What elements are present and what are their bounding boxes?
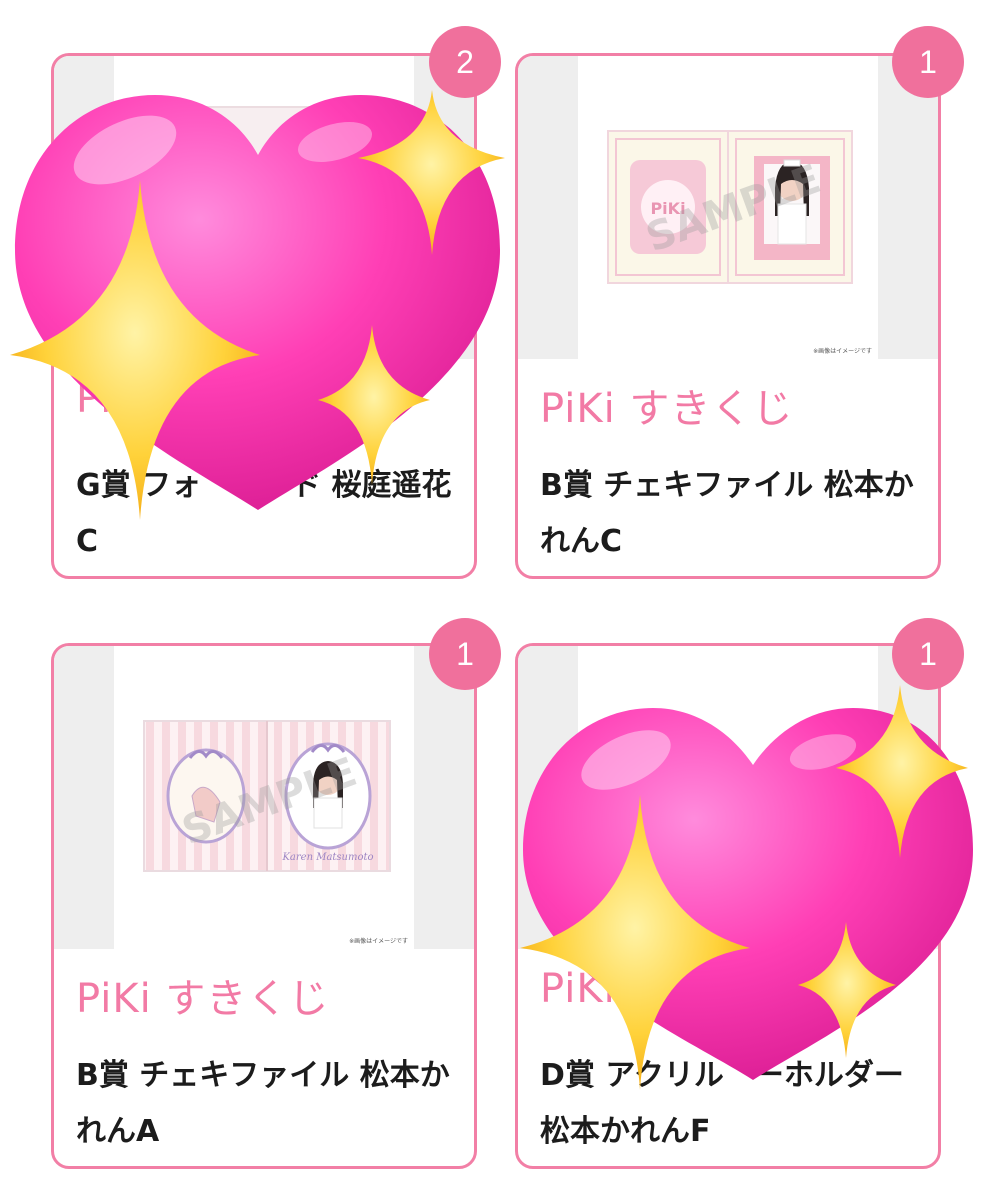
brand-label: PiKi すきくじ xyxy=(540,386,794,432)
quantity-badge: 1 xyxy=(892,26,964,98)
quantity-badge: 1 xyxy=(429,618,501,690)
prize-title: D賞 アクリル ーホルダー 松本かれんF xyxy=(540,1058,904,1149)
quantity-badge: 2 xyxy=(429,26,501,98)
prize-title: B賞 チェキファイル 松本かれんA xyxy=(76,1058,450,1149)
brand-label: PiKi すきくじ xyxy=(76,976,330,1022)
quantity-badge: 1 xyxy=(892,618,964,690)
product-signature: Karen Matsumoto xyxy=(281,852,373,863)
prize-card-3[interactable]: Karen Matsumoto SAMPLE ※画像はイメージです PiKi す… xyxy=(51,643,477,1169)
prize-card-1[interactable]: Pi G賞 フォ ード 桜庭遥花C xyxy=(51,53,477,579)
cheki-file-image: Karen Matsumoto SAMPLE xyxy=(143,720,391,872)
product-thumbnail[interactable]: PiKi SAMPLE ※画像はイメージです xyxy=(518,56,938,359)
prize-title: B賞 チェキファイル 松本かれんC xyxy=(540,468,914,559)
product-photo xyxy=(194,106,348,280)
prize-card-2[interactable]: PiKi SAMPLE ※画像はイメージです PiKi すきくじ B賞 チェキフ… xyxy=(515,53,941,579)
image-note: ※画像はイメージです xyxy=(349,938,408,945)
cheki-file-image: PiKi SAMPLE xyxy=(607,130,853,284)
brand-label: Pi xyxy=(76,376,113,422)
product-thumbnail[interactable] xyxy=(54,56,474,359)
prize-card-4[interactable]: PiKi D賞 アクリル ーホルダー 松本かれんF xyxy=(515,643,941,1169)
image-note: ※画像はイメージです xyxy=(813,348,872,355)
prize-title: G賞 フォ ード 桜庭遥花C xyxy=(76,468,452,559)
brand-label: PiKi xyxy=(540,966,616,1012)
product-thumbnail[interactable]: Karen Matsumoto SAMPLE ※画像はイメージです xyxy=(54,646,474,949)
product-thumbnail[interactable] xyxy=(518,646,938,949)
